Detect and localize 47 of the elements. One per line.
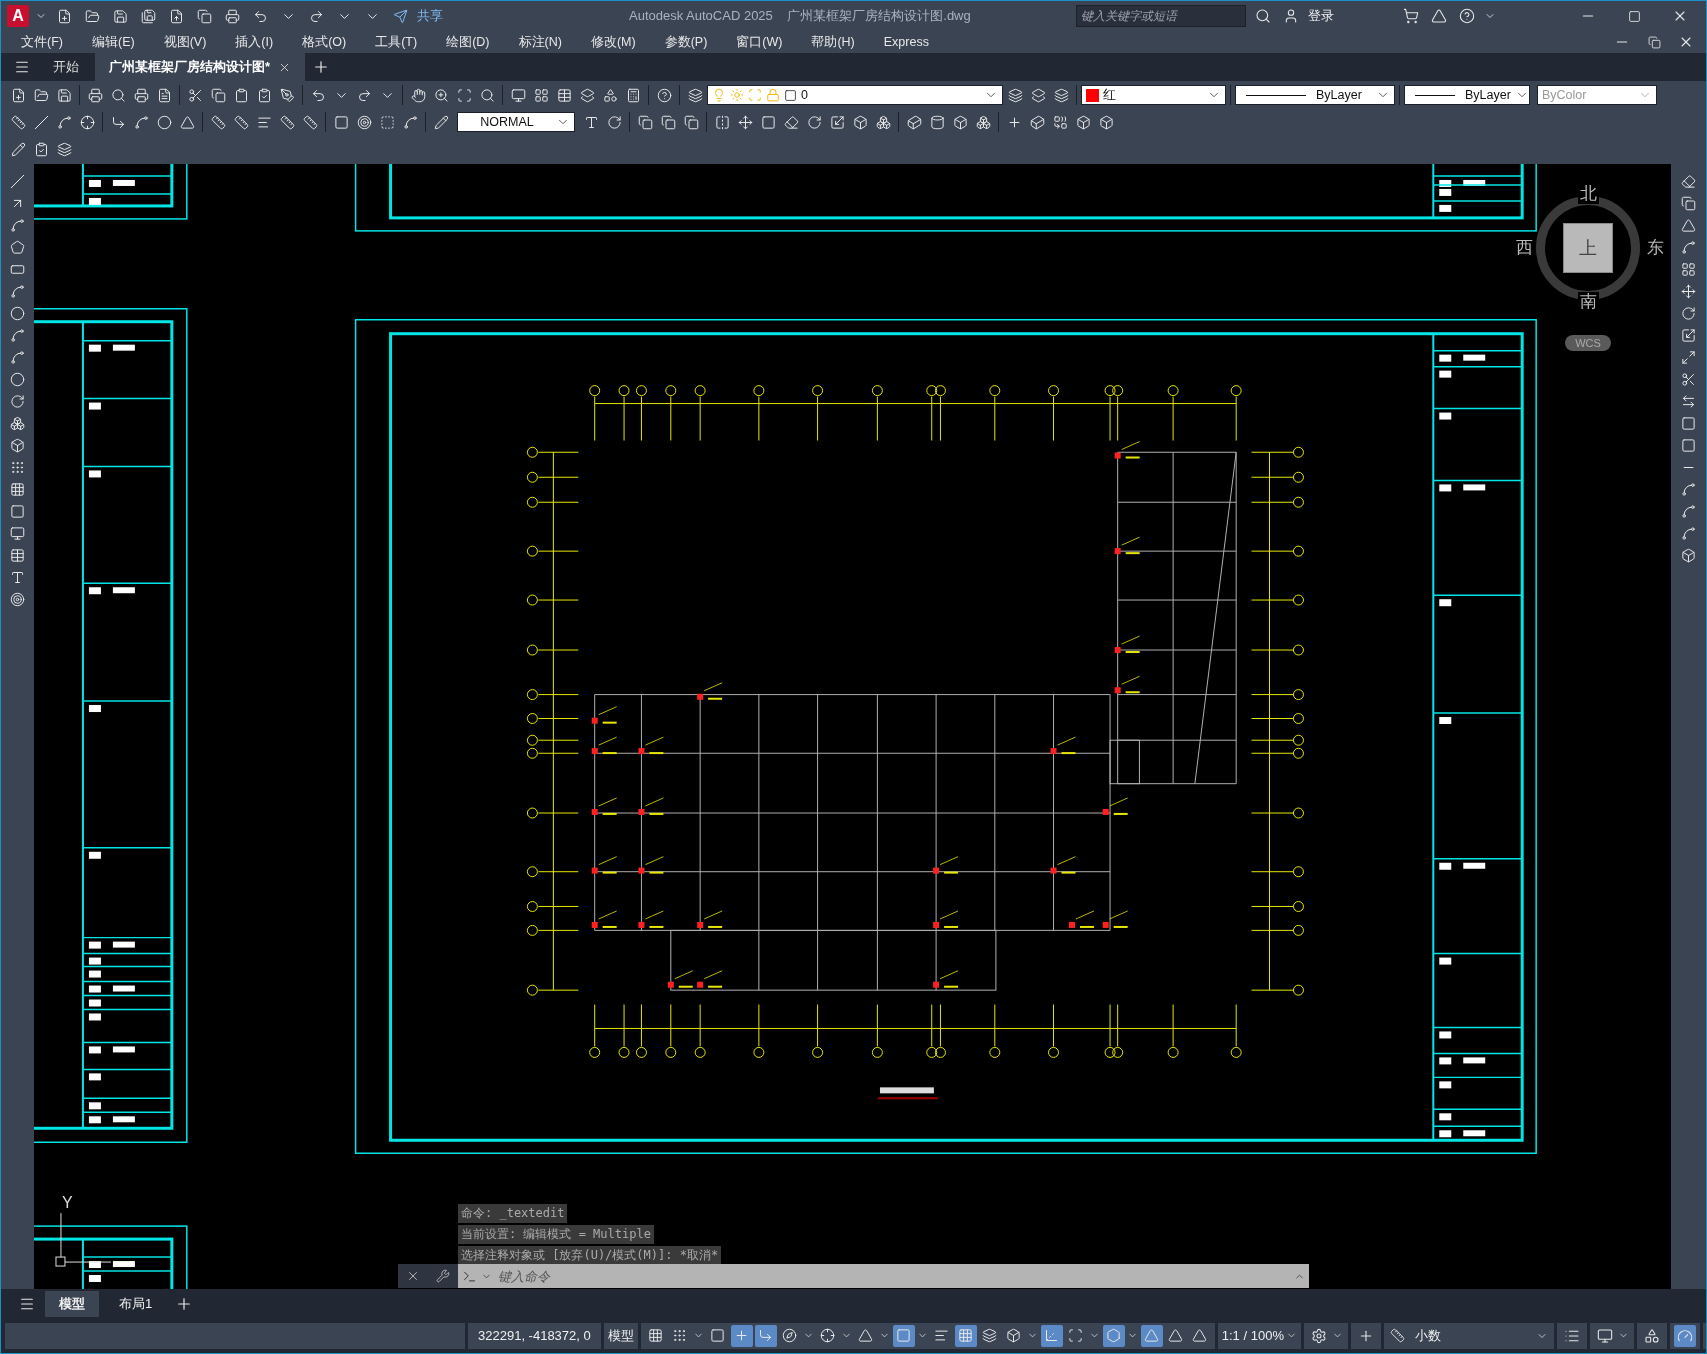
menu-item[interactable]: 工具(T) — [359, 33, 431, 51]
menu-item[interactable]: 编辑(E) — [75, 33, 148, 51]
document-tab[interactable]: 开始 — [39, 53, 93, 81]
menu-item[interactable]: 参数(P) — [648, 33, 721, 51]
menu-item[interactable]: 帮助(H) — [795, 33, 868, 51]
search-field[interactable]: 键入关键字或短语 — [1076, 5, 1246, 27]
color-dropdown[interactable]: 红 — [1081, 85, 1226, 105]
model-space-button[interactable]: 模型 — [603, 1322, 638, 1349]
linetype-dropdown[interactable]: ByLayer — [1235, 85, 1395, 105]
app-logo[interactable]: A — [7, 5, 29, 27]
command-line-field[interactable]: 键入命令 — [458, 1264, 1309, 1288]
viewcube-face[interactable]: 上 — [1563, 223, 1613, 273]
text-style-dropdown[interactable]: NORMAL — [457, 112, 575, 132]
units-dropdown[interactable]: 小数 — [1383, 1322, 1554, 1349]
document-tab[interactable]: 广州某框架厂房结构设计图* — [95, 53, 306, 81]
lightbulb-icon — [712, 88, 726, 102]
lock-icon — [766, 88, 780, 102]
gauge-icon[interactable] — [1673, 1324, 1696, 1347]
frame-icon — [748, 88, 762, 102]
share-link[interactable]: 共享 — [417, 7, 443, 25]
layout-tab[interactable]: 布局1 — [105, 1290, 167, 1317]
menu-item[interactable]: 格式(O) — [286, 33, 360, 51]
menu-item[interactable]: 视图(V) — [147, 33, 220, 51]
annotation-scale-button[interactable]: 1:1 / 100% — [1217, 1322, 1301, 1349]
menu-item[interactable]: 修改(M) — [574, 33, 649, 51]
layer-dropdown[interactable]: 0 — [707, 85, 1003, 105]
login-link[interactable]: 登录 — [1308, 7, 1334, 25]
menu-item[interactable]: 窗口(W) — [720, 33, 796, 51]
lineweight-dropdown[interactable]: ByLayer — [1404, 85, 1530, 105]
window-title: Autodesk AutoCAD 2025 广州某框架厂房结构设计图.dwg — [629, 7, 971, 25]
square-icon — [784, 88, 797, 102]
sun-icon — [730, 88, 744, 102]
compass-label[interactable]: 西 — [1514, 238, 1535, 258]
menu-item[interactable]: 标注(N) — [502, 33, 575, 51]
menu-item[interactable]: 插入(I) — [219, 33, 287, 51]
command-input[interactable]: 键入命令 — [496, 1267, 1290, 1285]
terminal-icon — [462, 1268, 477, 1284]
menu-item[interactable]: 绘图(D) — [430, 33, 503, 51]
compass-label[interactable]: 南 — [1578, 292, 1599, 312]
menu-item[interactable]: Express — [867, 35, 942, 49]
coordinates-readout[interactable]: 322291, -418372, 0 — [468, 1322, 601, 1349]
compass-label[interactable]: 北 — [1578, 184, 1599, 204]
compass-label[interactable]: 东 — [1645, 238, 1666, 258]
axis-label: Y — [61, 1194, 73, 1212]
layout-tab[interactable]: 模型 — [45, 1290, 99, 1317]
menu-item[interactable]: 文件(F) — [5, 33, 76, 51]
ruler-icon — [1389, 1328, 1405, 1343]
